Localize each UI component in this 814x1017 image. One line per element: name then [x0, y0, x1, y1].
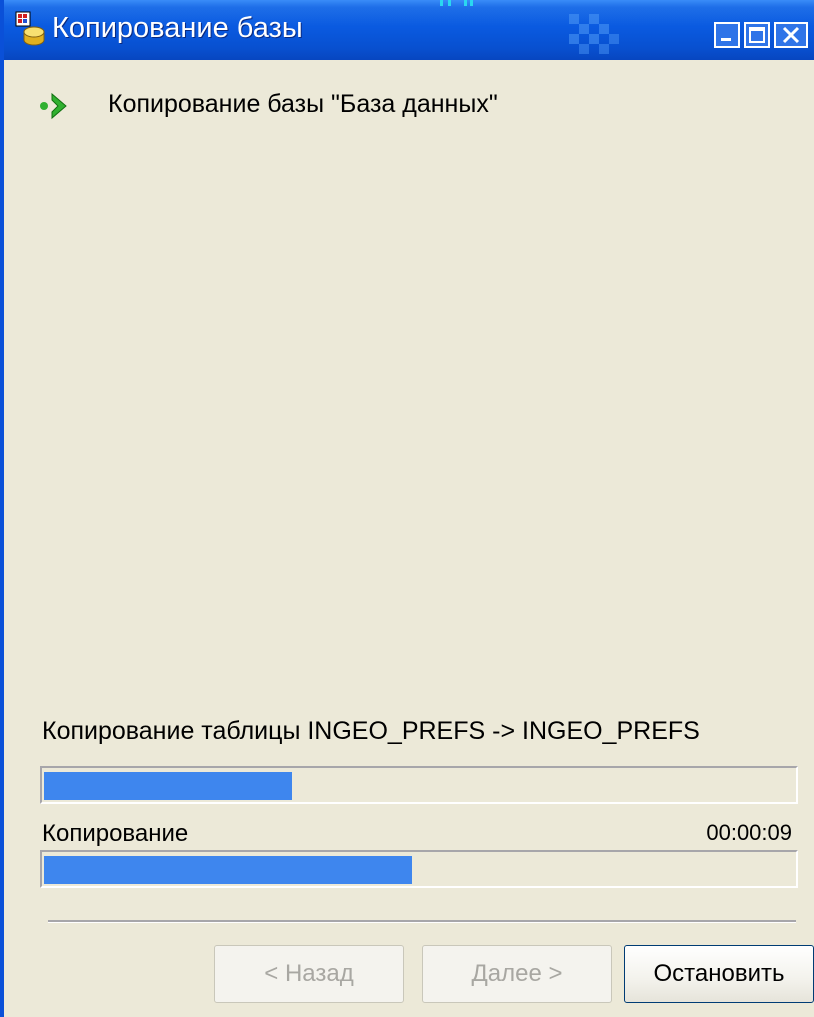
next-button[interactable]: Далее > — [422, 945, 612, 1003]
window-title: Копирование базы — [52, 12, 303, 44]
database-copy-icon — [15, 11, 45, 46]
title-bar-decoration — [440, 0, 473, 6]
maximize-icon — [749, 27, 765, 43]
progress-label: Копирование — [42, 820, 189, 847]
maximize-button[interactable] — [744, 22, 770, 48]
table-progress-bar — [40, 766, 798, 804]
status-text: Копирование таблицы INGEO_PREFS -> INGEO… — [42, 717, 700, 745]
overall-progress-fill — [44, 856, 412, 884]
copy-database-window: Копирование базы Копирование базы "База … — [0, 0, 814, 1017]
divider — [48, 920, 796, 923]
close-button[interactable] — [774, 22, 808, 48]
minimize-icon — [721, 38, 731, 41]
back-button[interactable]: < Назад — [214, 945, 404, 1003]
stop-button[interactable]: Остановить — [624, 945, 814, 1003]
green-arrow-icon — [40, 92, 67, 120]
table-progress-fill — [44, 772, 292, 800]
title-bar-pattern — [569, 14, 619, 54]
minimize-button[interactable] — [714, 22, 740, 48]
step-text: Копирование базы "База данных" — [108, 90, 498, 118]
title-bar[interactable]: Копирование базы — [4, 0, 814, 60]
overall-progress-bar — [40, 850, 798, 888]
elapsed-time: 00:00:09 — [706, 820, 792, 845]
close-icon — [782, 26, 800, 44]
